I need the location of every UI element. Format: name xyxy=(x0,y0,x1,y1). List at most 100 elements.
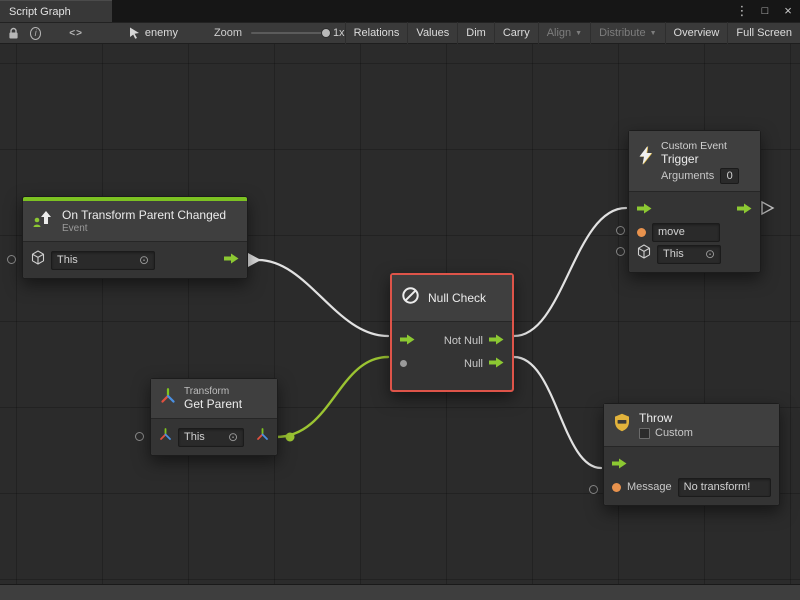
name-input-port[interactable] xyxy=(637,228,646,237)
null-label: Null xyxy=(464,358,483,370)
script-graph-window: Script Graph ⋮ □ × i <> enemy Zoom 1x Re… xyxy=(0,0,800,600)
kebab-menu-icon[interactable]: ⋮ xyxy=(735,0,749,22)
flow-input-port[interactable] xyxy=(612,456,627,474)
field-value: This xyxy=(184,431,205,443)
button-label: Values xyxy=(416,27,449,39)
node-title: Trigger xyxy=(661,152,739,166)
custom-label: Custom xyxy=(655,427,693,439)
object-picker-icon[interactable]: ⊙ xyxy=(135,254,149,266)
cube-icon xyxy=(31,250,45,270)
window-controls: ⋮ □ × xyxy=(735,0,795,22)
message-label: Message xyxy=(627,481,672,493)
tab-bar: Script Graph ⋮ □ × xyxy=(0,0,800,22)
button-label: Full Screen xyxy=(736,27,792,39)
dropdown-arrow-icon: ▼ xyxy=(650,30,657,37)
node-null-check[interactable]: Null Check Not Null Null xyxy=(390,273,514,392)
customevent-name-port[interactable] xyxy=(616,226,625,235)
zoom-slider-knob[interactable] xyxy=(321,28,331,38)
graph-pointer-icon xyxy=(129,27,140,39)
zoom-slider-track[interactable] xyxy=(251,32,325,34)
graph-toolbar: i <> enemy Zoom 1x Relations Values Dim … xyxy=(0,22,800,44)
getparent-this-field[interactable]: This ⊙ xyxy=(178,428,244,447)
customevent-this-field[interactable]: This ⊙ xyxy=(657,245,721,264)
zoom-slider[interactable] xyxy=(251,27,325,39)
node-category: Transform xyxy=(184,386,242,397)
toolbar-buttons: Relations Values Dim Carry Align ▼ Distri… xyxy=(345,22,800,44)
button-label: Distribute xyxy=(599,27,645,39)
event-flow-out-triangle[interactable] xyxy=(248,253,261,267)
flow-input-port[interactable] xyxy=(637,201,652,219)
customevent-this-port[interactable] xyxy=(616,247,625,256)
node-get-parent[interactable]: Transform Get Parent This ⊙ xyxy=(150,378,278,456)
getparent-output-dot[interactable] xyxy=(286,433,295,442)
arguments-field[interactable]: 0 xyxy=(720,168,739,184)
button-label: Carry xyxy=(503,27,530,39)
transform-icon xyxy=(160,388,176,409)
message-input-port[interactable] xyxy=(612,483,621,492)
getparent-this-port[interactable] xyxy=(135,432,144,441)
object-picker-icon[interactable]: ⊙ xyxy=(701,248,715,260)
close-icon[interactable]: × xyxy=(781,0,795,22)
bottom-bar xyxy=(0,584,800,600)
zoom-label: Zoom xyxy=(214,27,242,39)
button-label: Overview xyxy=(674,27,720,39)
tab-script-graph[interactable]: Script Graph xyxy=(0,0,112,22)
button-label: Relations xyxy=(354,27,400,39)
not-null-output-port[interactable] xyxy=(489,332,504,350)
code-icon[interactable]: <> xyxy=(69,28,83,39)
flow-input-port[interactable] xyxy=(400,332,415,350)
graph-canvas[interactable]: On Transform Parent Changed Event This ⊙ xyxy=(0,44,800,584)
null-output-port[interactable] xyxy=(489,355,504,373)
custom-checkbox[interactable] xyxy=(639,428,650,439)
maximize-icon[interactable]: □ xyxy=(758,0,772,22)
transform-event-icon xyxy=(32,209,54,234)
not-null-label: Not Null xyxy=(444,335,483,347)
info-icon[interactable]: i xyxy=(30,27,41,40)
wire-event-to-nullcheck[interactable] xyxy=(258,260,388,336)
flow-output-port[interactable] xyxy=(224,251,239,269)
wire-null-to-throw[interactable] xyxy=(514,357,601,468)
customevent-flow-out-triangle[interactable] xyxy=(762,202,773,214)
event-this-field[interactable]: This ⊙ xyxy=(51,251,155,270)
button-fullscreen[interactable]: Full Screen xyxy=(727,22,800,44)
button-values[interactable]: Values xyxy=(407,22,457,44)
field-value: This xyxy=(663,248,684,260)
value-input-port[interactable] xyxy=(400,360,407,367)
throw-icon xyxy=(613,413,631,437)
event-this-port[interactable] xyxy=(7,255,16,264)
button-relations[interactable]: Relations xyxy=(345,22,408,44)
node-title: Get Parent xyxy=(184,397,242,411)
wire-notnull-to-customevent[interactable] xyxy=(514,208,626,336)
node-subtitle: Event xyxy=(62,223,226,234)
node-title: On Transform Parent Changed xyxy=(62,208,226,222)
object-picker-icon[interactable]: ⊙ xyxy=(224,431,238,443)
lock-icon[interactable] xyxy=(8,27,19,40)
arguments-label: Arguments xyxy=(661,170,714,182)
dropdown-arrow-icon: ▼ xyxy=(575,30,582,37)
node-category: Custom Event xyxy=(661,140,739,152)
event-name-field[interactable]: move xyxy=(652,223,720,242)
throw-message-port[interactable] xyxy=(589,485,598,494)
lightning-icon xyxy=(638,146,653,170)
button-distribute[interactable]: Distribute ▼ xyxy=(590,22,664,44)
button-label: Align xyxy=(547,27,571,39)
node-trigger-custom-event[interactable]: Custom Event Trigger Arguments 0 xyxy=(628,130,761,273)
tab-label: Script Graph xyxy=(9,6,71,18)
button-label: Dim xyxy=(466,27,486,39)
node-title: Null Check xyxy=(428,291,486,305)
null-check-icon xyxy=(401,286,420,310)
flow-output-port[interactable] xyxy=(737,201,752,219)
button-overview[interactable]: Overview xyxy=(665,22,728,44)
node-throw[interactable]: Throw Custom Message No xyxy=(603,403,780,506)
button-carry[interactable]: Carry xyxy=(494,22,538,44)
button-dim[interactable]: Dim xyxy=(457,22,494,44)
transform-output-port[interactable] xyxy=(256,428,269,446)
wire-getparent-to-nullcheck[interactable] xyxy=(276,357,388,437)
button-align[interactable]: Align ▼ xyxy=(538,22,590,44)
node-on-transform-parent-changed[interactable]: On Transform Parent Changed Event This ⊙ xyxy=(22,196,248,279)
field-value: This xyxy=(57,254,78,266)
graph-name[interactable]: enemy xyxy=(145,27,178,39)
cube-icon xyxy=(637,244,651,264)
message-field[interactable]: No transform! xyxy=(678,478,771,497)
field-value: No transform! xyxy=(684,481,751,493)
